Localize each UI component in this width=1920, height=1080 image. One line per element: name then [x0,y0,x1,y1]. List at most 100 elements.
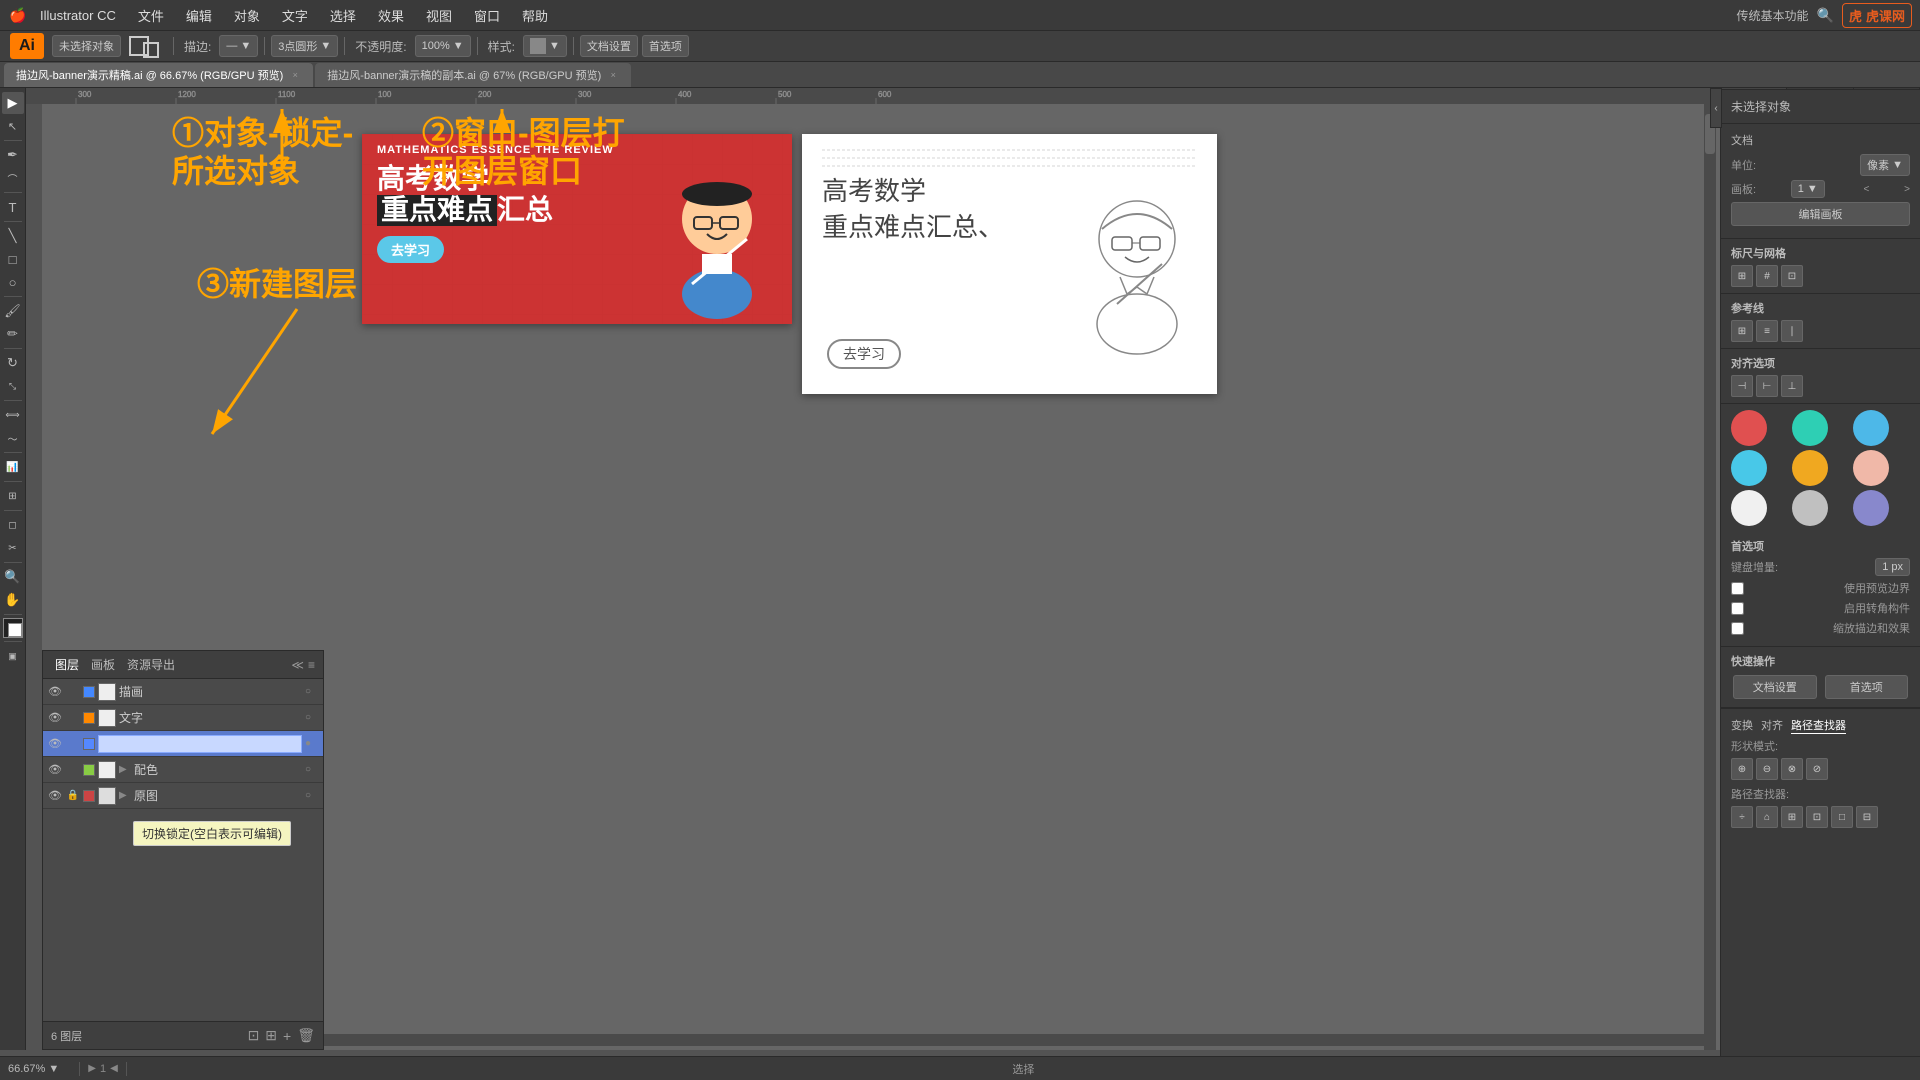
layer-target-original[interactable]: ○ [305,790,319,801]
menu-file[interactable]: 文件 [128,4,174,27]
menu-text[interactable]: 文字 [272,4,318,27]
layer-row-palette[interactable]: 👁 ▶ 配色 ○ [43,757,323,783]
layers-tab-export[interactable]: 资源导出 [123,656,179,673]
tool-warp[interactable]: 〜 [2,427,24,449]
menu-effects[interactable]: 效果 [368,4,414,27]
tool-eraser[interactable]: ◻ [2,514,24,536]
layer-row-editing[interactable]: 👁 ● [43,731,323,757]
pf-outline[interactable]: □ [1831,806,1853,828]
tab-close-0[interactable]: × [289,69,301,81]
tool-line[interactable]: ╲ [2,225,24,247]
tool-scissors[interactable]: ✂ [2,537,24,559]
align-center[interactable]: ⊢ [1756,375,1778,397]
stroke-swatch[interactable] [143,42,159,58]
menu-help[interactable]: 帮助 [512,4,558,27]
quick-doc-settings[interactable]: 文档设置 [1733,675,1817,699]
pf-divide[interactable]: ÷ [1731,806,1753,828]
tool-ellipse[interactable]: ○ [2,271,24,293]
swatch-cyan[interactable] [1731,450,1767,486]
shape-unite[interactable]: ⊕ [1731,758,1753,780]
menu-select[interactable]: 选择 [320,4,366,27]
pf-minus-back[interactable]: ⊟ [1856,806,1878,828]
tool-select[interactable]: ▶ [2,92,24,114]
corner-widget-checkbox[interactable] [1731,602,1744,615]
tool-scale[interactable]: ⤡ [2,375,24,397]
layers-tab-artboards[interactable]: 画板 [87,656,119,673]
align-left[interactable]: ⊣ [1731,375,1753,397]
menu-view[interactable]: 视图 [416,4,462,27]
apple-menu[interactable]: 🍎 [8,5,28,25]
layers-make-clip[interactable]: ⊡ [248,1027,260,1044]
swatch-lavender[interactable] [1853,490,1889,526]
layer-expand-original[interactable]: ▶ [119,790,131,801]
pf-trim[interactable]: ⌂ [1756,806,1778,828]
tool-draw-normal[interactable]: ▣ [2,645,24,667]
tool-width[interactable]: ⟺ [2,404,24,426]
ruler-icon-3[interactable]: ⊡ [1781,265,1803,287]
layers-new-layer[interactable]: + [283,1028,291,1044]
layer-eye-editing[interactable]: 👁 [47,737,63,750]
tab-0[interactable]: 描边风-banner演示精稿.ai @ 66.67% (RGB/GPU 预览) … [4,63,313,87]
artboard-nav-next[interactable]: > [1904,184,1910,195]
site-logo-btn[interactable]: 虎 虎课网 [1842,3,1912,28]
menu-window[interactable]: 窗口 [464,4,510,27]
layer-target-palette[interactable]: ○ [305,764,319,775]
tab-align[interactable]: 对齐 [1761,717,1783,734]
tab-transform[interactable]: 变换 [1731,717,1753,734]
align-right[interactable]: ⊥ [1781,375,1803,397]
layer-eye-original[interactable]: 👁 [47,789,63,802]
swatch-teal[interactable] [1792,410,1828,446]
tool-pen[interactable]: ✒ [2,144,24,166]
tool-column-graph[interactable]: 📊 [2,456,24,478]
swatch-red[interactable] [1731,410,1767,446]
prefs-btn[interactable]: 首选项 [642,35,689,57]
edit-artboard-btn[interactable]: 编辑画板 [1731,202,1910,226]
pf-merge[interactable]: ⊞ [1781,806,1803,828]
tool-curvature[interactable]: ⌒ [2,167,24,189]
search-icon[interactable]: 🔍 [1817,7,1834,24]
layer-target-draw[interactable]: ○ [305,686,319,697]
tool-pencil[interactable]: ✏ [2,323,24,345]
ruler-icon-2[interactable]: # [1756,265,1778,287]
tab-pathfinder[interactable]: 路径查找器 [1791,717,1846,734]
style-dropdown[interactable]: ▼ [523,35,567,57]
artboard-dropdown[interactable]: 1 ▼ [1791,180,1825,198]
tool-type[interactable]: T [2,196,24,218]
swatch-salmon[interactable] [1853,450,1889,486]
snap-bounds-checkbox[interactable] [1731,582,1744,595]
menu-object[interactable]: 对象 [224,4,270,27]
layer-target-editing[interactable]: ● [305,738,319,749]
shape-minus[interactable]: ⊖ [1756,758,1778,780]
quick-prefs[interactable]: 首选项 [1825,675,1909,699]
layers-delete-layer[interactable]: 🗑 [297,1027,315,1044]
ruler-icon-1[interactable]: ⊞ [1731,265,1753,287]
layers-move-selection[interactable]: ⊞ [265,1027,277,1044]
layers-menu-btn[interactable]: ≡ [308,658,315,672]
layer-target-text[interactable]: ○ [305,712,319,723]
tab-1[interactable]: 描边风-banner演示稿的副本.ai @ 67% (RGB/GPU 预览) × [315,63,631,87]
doc-settings-btn[interactable]: 文档设置 [580,35,638,57]
tool-paintbrush[interactable]: 🖌 [2,300,24,322]
tool-hand[interactable]: ✋ [2,589,24,611]
keyboard-value[interactable]: 1 px [1875,558,1910,576]
layer-name-input-editing[interactable] [98,735,302,753]
layer-row-original[interactable]: 👁 🔒 ▶ 原图 ○ [43,783,323,809]
swatch-white[interactable] [1731,490,1767,526]
opacity-input[interactable]: 100%▼ [415,35,471,57]
layer-eye-palette[interactable]: 👁 [47,763,63,776]
menu-edit[interactable]: 编辑 [176,4,222,27]
layers-collapse-btn[interactable]: ≪ [291,658,304,672]
tool-direct-select[interactable]: ↖ [2,115,24,137]
zoom-display[interactable]: 66.67% ▼ [8,1063,59,1075]
layer-row-draw[interactable]: 👁 描画 ○ [43,679,323,705]
tool-zoom[interactable]: 🔍 [2,566,24,588]
swatch-orange[interactable] [1792,450,1828,486]
layer-expand-palette[interactable]: ▶ [119,764,131,775]
layer-row-text[interactable]: 👁 文字 ○ [43,705,323,731]
stroke-dropdown[interactable]: —▼ [219,35,258,57]
scrollbar-vertical[interactable] [1704,104,1716,1050]
layer-eye-text[interactable]: 👁 [47,711,63,724]
snap-effects-checkbox[interactable] [1731,622,1744,635]
guide-icon-1[interactable]: ⊞ [1731,320,1753,342]
tool-shape[interactable]: □ [2,248,24,270]
